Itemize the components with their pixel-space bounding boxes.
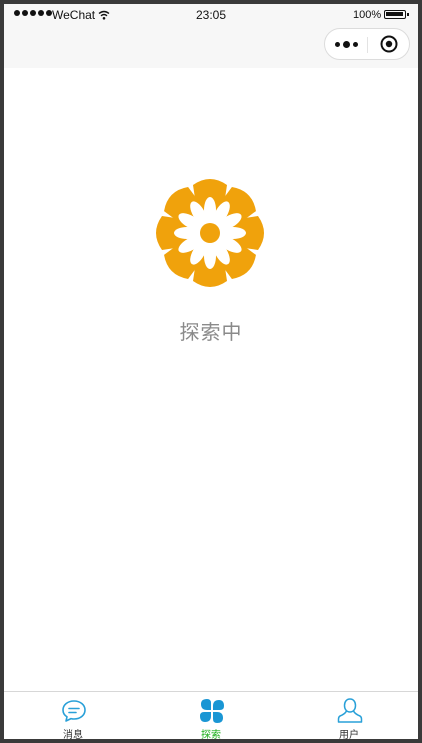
more-menu-button[interactable] [325,29,367,59]
battery-icon [384,10,409,19]
tab-label: 消息 [63,730,83,739]
tab-explore[interactable]: 探索 [142,692,280,739]
flower-icon [154,177,266,289]
tab-user[interactable]: 用户 [280,692,418,739]
battery-percentage: 100% [353,9,382,21]
miniprogram-capsule [324,28,410,60]
close-miniprogram-button[interactable] [368,29,409,59]
phone-screen: WeChat 23:05 100% 探索中 消息 探索 用户 [4,4,418,739]
target-icon [380,35,397,53]
user-icon [337,698,363,723]
tab-label: 用户 [339,730,359,739]
tab-messages[interactable]: 消息 [4,692,142,739]
tab-bar: 消息 探索 用户 [4,691,418,739]
status-bar: WeChat 23:05 100% [4,4,418,26]
clover-icon [200,699,224,723]
tab-label: 探索 [201,730,221,739]
navigation-bar: WeChat 23:05 100% [4,4,418,68]
searching-status-text: 探索中 [179,322,243,344]
chat-bubble-icon [62,700,86,722]
